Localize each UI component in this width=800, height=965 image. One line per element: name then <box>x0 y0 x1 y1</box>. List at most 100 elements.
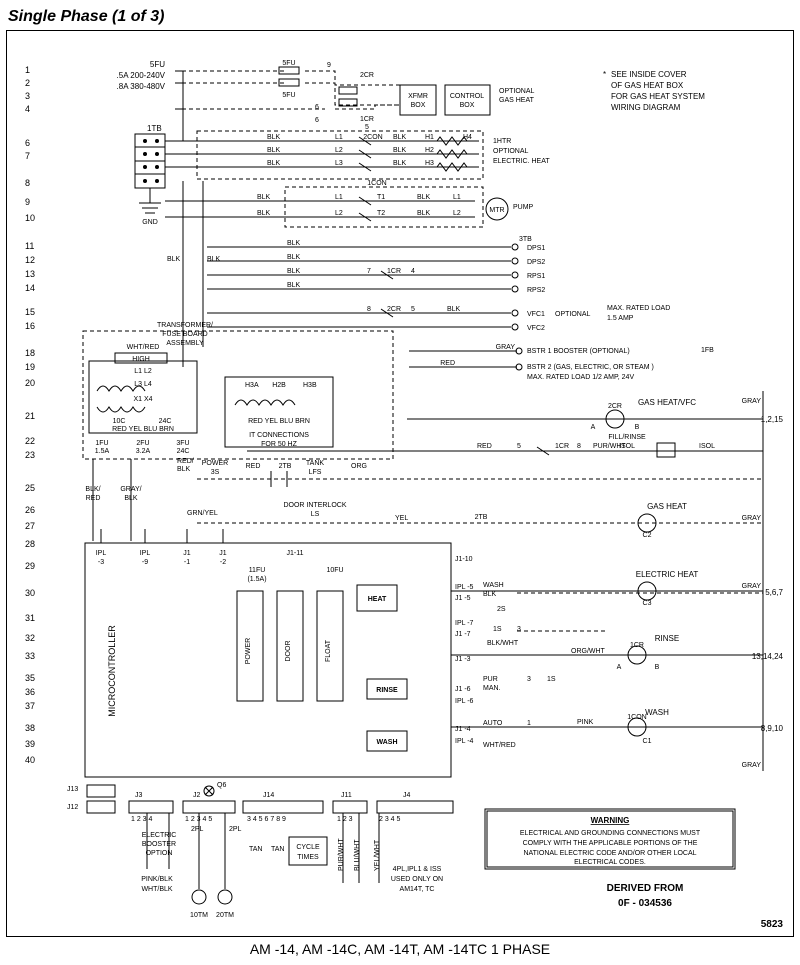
svg-text:-2: -2 <box>220 559 226 566</box>
svg-text:OPTION: OPTION <box>146 850 173 857</box>
svg-text:BLK/WHT: BLK/WHT <box>487 640 519 647</box>
svg-text:10: 10 <box>25 213 35 223</box>
svg-text:36: 36 <box>25 687 35 697</box>
svg-text:MTR: MTR <box>489 207 504 214</box>
svg-text:OPTIONAL: OPTIONAL <box>499 88 535 95</box>
svg-text:BLK: BLK <box>177 466 191 473</box>
svg-text:POWER: POWER <box>245 638 252 664</box>
svg-text:20TM: 20TM <box>216 912 234 919</box>
svg-text:A: A <box>617 664 622 671</box>
svg-text:1CR: 1CR <box>387 268 401 275</box>
svg-text:J2: J2 <box>193 792 201 799</box>
svg-text:J1 -6: J1 -6 <box>455 686 471 693</box>
svg-text:ELECTRIC. HEAT: ELECTRIC. HEAT <box>493 158 550 165</box>
svg-text:3 4 5 6 7 8 9: 3 4 5 6 7 8 9 <box>247 816 286 823</box>
svg-text:-1: -1 <box>184 559 190 566</box>
svg-text:ELECTRICAL CODES.: ELECTRICAL CODES. <box>574 859 646 866</box>
svg-text:L1: L1 <box>335 194 343 201</box>
svg-text:YEL: YEL <box>395 515 408 522</box>
svg-text:T1: T1 <box>377 194 385 201</box>
svg-text:2FU: 2FU <box>136 440 149 447</box>
svg-text:USED ONLY ON: USED ONLY ON <box>391 876 443 883</box>
svg-text:24C: 24C <box>177 448 190 455</box>
svg-text:MAX. RATED LOAD 1/2 AMP, 24V: MAX. RATED LOAD 1/2 AMP, 24V <box>527 374 634 381</box>
svg-text:1FU: 1FU <box>95 440 108 447</box>
svg-text:15: 15 <box>25 307 35 317</box>
svg-text:5FU: 5FU <box>282 92 295 99</box>
svg-text:OPTIONAL: OPTIONAL <box>555 311 591 318</box>
svg-text:J4: J4 <box>403 792 411 799</box>
svg-text:WHT/BLK: WHT/BLK <box>141 886 172 893</box>
svg-text:1CR: 1CR <box>630 642 644 649</box>
svg-text:3FU: 3FU <box>176 440 189 447</box>
caption: AM -14, AM -14C, AM -14T, AM -14TC 1 PHA… <box>6 941 794 957</box>
svg-text:CYCLE: CYCLE <box>296 844 320 851</box>
svg-text:12: 12 <box>25 255 35 265</box>
svg-text:1.5 AMP: 1.5 AMP <box>607 315 634 322</box>
svg-text:5: 5 <box>365 124 369 131</box>
svg-text:DPS1: DPS1 <box>527 245 545 252</box>
svg-text:WASH: WASH <box>377 739 398 746</box>
svg-text:GAS HEAT: GAS HEAT <box>647 502 687 511</box>
svg-text:J1 -3: J1 -3 <box>455 656 471 663</box>
svg-text:J13: J13 <box>67 786 78 793</box>
svg-text:RED YEL BLU BRN: RED YEL BLU BRN <box>112 426 174 433</box>
svg-text:H3A: H3A <box>245 382 259 389</box>
svg-text:PINK: PINK <box>577 719 594 726</box>
svg-text:J1: J1 <box>219 550 227 557</box>
svg-text:33: 33 <box>25 651 35 661</box>
svg-text:WASH: WASH <box>645 708 669 717</box>
svg-text:DPS2: DPS2 <box>527 259 545 266</box>
svg-text:6: 6 <box>315 104 319 111</box>
svg-text:BLK: BLK <box>267 160 281 167</box>
svg-text:BOX: BOX <box>411 102 426 109</box>
svg-text:1S: 1S <box>493 626 502 633</box>
svg-text:L1: L1 <box>335 134 343 141</box>
svg-text:WASH: WASH <box>483 582 504 589</box>
svg-text:COMPLY WITH THE APPLICABLE POR: COMPLY WITH THE APPLICABLE PORTIONS OF T… <box>523 840 698 847</box>
svg-text:2PL: 2PL <box>191 826 204 833</box>
svg-text:13: 13 <box>25 269 35 279</box>
svg-text:1CR: 1CR <box>555 443 569 450</box>
svg-text:5823: 5823 <box>761 919 784 930</box>
svg-text:L1 L2: L1 L2 <box>134 368 152 375</box>
svg-text:GND: GND <box>142 219 158 226</box>
svg-text:1CR: 1CR <box>360 116 374 123</box>
svg-text:27: 27 <box>25 521 35 531</box>
svg-text:TANK: TANK <box>306 460 324 467</box>
svg-text:IPL -7: IPL -7 <box>455 620 474 627</box>
svg-text:37: 37 <box>25 701 35 711</box>
svg-text:AM14T, TC: AM14T, TC <box>400 886 435 893</box>
svg-text:22: 22 <box>25 436 35 446</box>
svg-text:14: 14 <box>25 283 35 293</box>
svg-text:WIRING DIAGRAM: WIRING DIAGRAM <box>611 103 681 112</box>
svg-text:RPS1: RPS1 <box>527 273 545 280</box>
svg-text:BLK: BLK <box>257 210 271 217</box>
svg-text:WARNING: WARNING <box>591 816 630 825</box>
svg-text:TIMES: TIMES <box>297 854 319 861</box>
svg-text:4: 4 <box>411 268 415 275</box>
svg-text:IPL: IPL <box>96 550 107 557</box>
svg-text:8: 8 <box>367 306 371 313</box>
svg-text:28: 28 <box>25 539 35 549</box>
svg-text:8: 8 <box>577 443 581 450</box>
svg-text:J3: J3 <box>135 792 143 799</box>
svg-text:BLK: BLK <box>417 194 431 201</box>
svg-text:6: 6 <box>315 117 319 124</box>
svg-text:*: * <box>603 70 606 79</box>
svg-text:L2: L2 <box>335 210 343 217</box>
svg-text:26: 26 <box>25 505 35 515</box>
svg-text:GAS HEAT: GAS HEAT <box>499 97 535 104</box>
svg-text:L1: L1 <box>453 194 461 201</box>
fu5-spec: 5FU .5A 200-240V .8A 380-480V <box>117 60 166 91</box>
svg-text:ELECTRIC HEAT: ELECTRIC HEAT <box>636 570 699 579</box>
svg-text:5: 5 <box>517 443 521 450</box>
svg-text:RED: RED <box>86 495 101 502</box>
svg-text:11FU: 11FU <box>249 567 266 574</box>
svg-text:21: 21 <box>25 411 35 421</box>
svg-text:3TB: 3TB <box>519 236 532 243</box>
svg-text:2S: 2S <box>497 606 506 613</box>
svg-text:1S: 1S <box>547 676 556 683</box>
svg-text:ORG: ORG <box>351 463 367 470</box>
svg-text:DOOR INTERLOCK: DOOR INTERLOCK <box>283 502 346 509</box>
